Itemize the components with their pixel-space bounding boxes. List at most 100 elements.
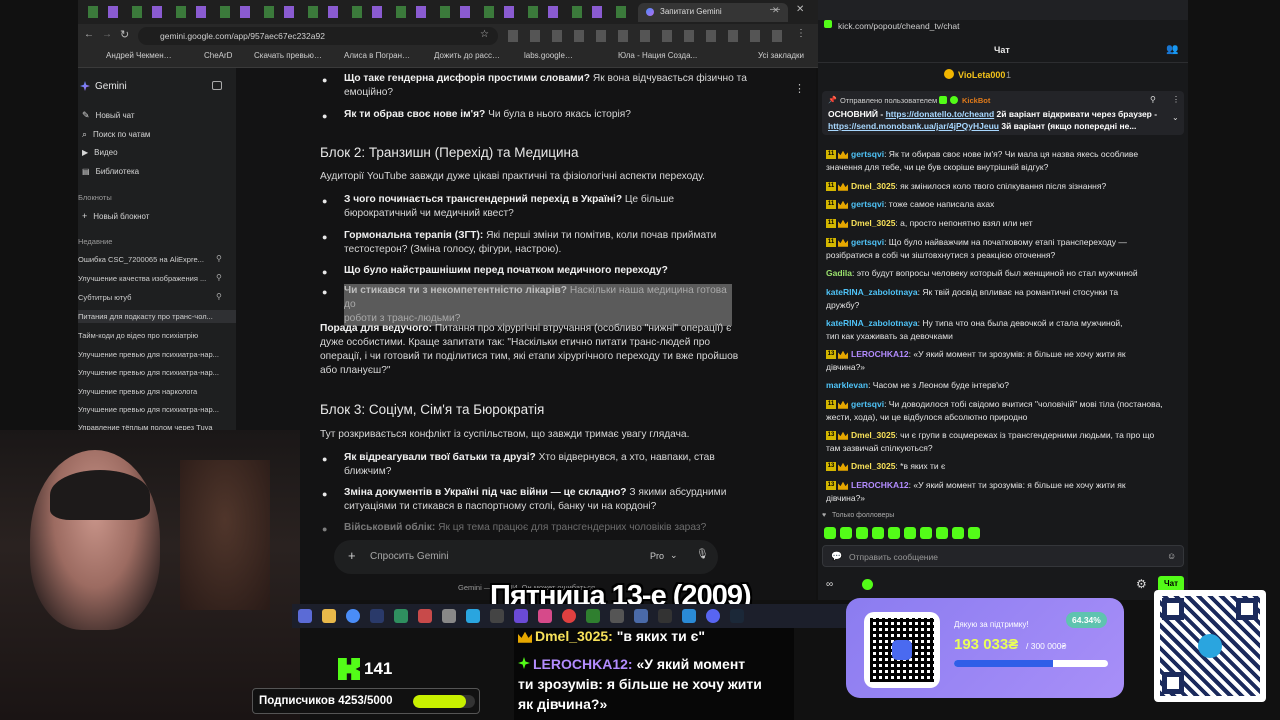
emote-icon[interactable] — [920, 527, 932, 539]
telegram-icon[interactable] — [466, 609, 480, 623]
settings-icon[interactable]: ⚙ — [1136, 577, 1147, 591]
chat-message: 13 LEROCHKA12: «У який момент ти зрозумів… — [826, 479, 1176, 504]
background-person — [180, 460, 270, 610]
top-gifter[interactable]: VioLeta000 — [958, 70, 1005, 80]
more-options-icon[interactable]: ⋮ — [794, 82, 805, 95]
app-icon[interactable] — [682, 609, 696, 623]
plus-icon[interactable]: + — [348, 548, 356, 563]
prompt-input-box[interactable]: + Спросить Gemini Pro ⌄ 🎙 — [334, 540, 718, 574]
emote-icon[interactable] — [824, 527, 836, 539]
bookmark[interactable]: Алиса в Погранични... — [344, 51, 414, 60]
bookmark[interactable]: labs.google/fx/ru/fx — [524, 51, 574, 60]
chat-username[interactable]: gertsqvi — [851, 199, 884, 209]
recent-chat-item[interactable]: Улучшение превью для психиатра-нар... — [78, 405, 228, 414]
collapse-sidebar-icon[interactable] — [212, 81, 222, 90]
model-selector[interactable]: Pro — [650, 551, 664, 561]
users-icon[interactable]: 👥 — [1166, 44, 1178, 55]
app-icon[interactable] — [610, 609, 624, 623]
emote-icon[interactable] — [952, 527, 964, 539]
emote-bar[interactable] — [824, 526, 994, 539]
unpin-icon[interactable]: ⚲ — [1150, 95, 1156, 104]
star-icon[interactable]: ☆ — [480, 29, 489, 40]
chat-username[interactable]: gertsqvi — [851, 399, 884, 409]
chat-username[interactable]: Dmel_3025 — [851, 218, 895, 228]
app-icon[interactable] — [418, 609, 432, 623]
app-icon[interactable] — [538, 609, 552, 623]
recent-chat-item[interactable]: Улучшение качества изображения ... — [78, 274, 228, 283]
points-icon[interactable]: ∞ — [826, 579, 833, 590]
chat-username[interactable]: gertsqvi — [851, 149, 884, 159]
chat-username[interactable]: gertsqvi — [851, 237, 884, 247]
app-icon[interactable] — [634, 609, 648, 623]
chat-username[interactable]: marklevan — [826, 380, 868, 390]
chat-username[interactable]: Dmel_3025 — [851, 181, 895, 191]
app-icon[interactable] — [586, 609, 600, 623]
bookmark[interactable]: Андрей Чекменёк... — [106, 51, 176, 60]
chat-url: kick.com/popout/cheand_tv/chat — [838, 21, 960, 31]
more-icon[interactable]: ⋮ — [1172, 95, 1180, 104]
reload-icon[interactable]: ↻ — [120, 28, 129, 41]
steam-icon[interactable] — [730, 609, 744, 623]
forward-icon[interactable]: → — [102, 29, 112, 40]
chat-username[interactable]: LEROCHKA12 — [851, 349, 909, 359]
folder-icon[interactable] — [322, 609, 336, 623]
app-icon[interactable] — [658, 609, 672, 623]
recent-chat-item[interactable]: Улучшение превью для психиатра-нар... — [78, 350, 228, 359]
discord-icon[interactable] — [706, 609, 720, 623]
chevron-down-icon[interactable]: ⌄ — [670, 550, 678, 561]
recent-chat-item[interactable]: Улучшение превью для нарколога — [78, 387, 228, 396]
start-icon[interactable] — [298, 609, 312, 623]
bookmark[interactable]: Усі закладки — [758, 51, 818, 60]
app-icon[interactable] — [394, 609, 408, 623]
emoji-icon[interactable]: ☺ — [1167, 551, 1176, 561]
crown-icon — [838, 481, 848, 490]
recent-chat-item-active[interactable]: Питания для подкасту про транс-чол... — [78, 310, 236, 323]
emote-icon[interactable] — [888, 527, 900, 539]
chat-username[interactable]: Dmel_3025 — [851, 430, 895, 440]
send-message-input[interactable]: 💬 Отправить сообщение ☺ — [822, 545, 1184, 567]
app-icon[interactable] — [514, 609, 528, 623]
recent-chat-item[interactable]: Улучшение превью для психиатра-нар... — [78, 368, 228, 377]
close-window-icon[interactable]: ✕ — [796, 4, 804, 15]
emote-icon[interactable] — [936, 527, 948, 539]
app-icon[interactable] — [490, 609, 504, 623]
chrome-icon[interactable] — [346, 609, 360, 623]
emote-icon[interactable] — [856, 527, 868, 539]
bookmark[interactable]: Скачать превью об... — [254, 51, 324, 60]
minimize-icon[interactable]: — — [770, 4, 780, 15]
chat-username[interactable]: kateRINA_zabolotnaya — [826, 287, 918, 297]
microphone-icon[interactable]: 🎙 — [696, 549, 709, 560]
pinned-message[interactable]: 📌 Отправлено пользователем KickBot ⚲ ⋮ О… — [822, 91, 1184, 135]
pinned-tabs[interactable] — [88, 6, 628, 18]
emote-icon[interactable] — [904, 527, 916, 539]
url-field[interactable]: gemini.google.com/app/957aec67ec232a92 ☆ — [138, 27, 498, 45]
recent-chat-item[interactable]: Субтитры ютуб — [78, 293, 228, 302]
video-button[interactable]: ▶ Видео — [82, 148, 118, 157]
back-icon[interactable]: ← — [84, 29, 94, 40]
new-chat-button[interactable]: ✎ Новый чат — [82, 110, 135, 121]
chat-username[interactable]: Dmel_3025 — [851, 461, 895, 471]
kick-coin-icon[interactable] — [862, 579, 873, 590]
extension-icons[interactable] — [508, 30, 788, 42]
bookmark[interactable]: CheArD — [204, 51, 244, 60]
app-icon[interactable] — [562, 609, 576, 623]
library-button[interactable]: ▤ Библиотека — [82, 167, 139, 176]
new-notebook-button[interactable]: + Новый блокнот — [82, 211, 149, 221]
chat-username[interactable]: LEROCHKA12 — [851, 480, 909, 490]
chat-username[interactable]: kateRINA_zabolotnaya — [826, 318, 918, 328]
emote-icon[interactable] — [840, 527, 852, 539]
prompt-placeholder: Спросить Gemini — [370, 551, 449, 562]
search-chats-button[interactable]: ⌕ Поиск по чатам — [82, 129, 150, 140]
chevron-down-icon[interactable]: ⌄ — [1172, 113, 1179, 122]
emote-icon[interactable] — [872, 527, 884, 539]
active-tab[interactable]: Запитати Gemini ✕ — [638, 3, 788, 22]
emote-icon[interactable] — [968, 527, 980, 539]
app-icon[interactable] — [442, 609, 456, 623]
bookmark[interactable]: Юла - Нация Созда... — [618, 51, 698, 60]
recent-chat-item[interactable]: Ошибка CSC_7200065 на AliExpre... — [78, 255, 228, 264]
photoshop-icon[interactable] — [370, 609, 384, 623]
bookmark[interactable]: Дожить до рассвет... — [434, 51, 504, 60]
menu-icon[interactable]: ⋮ — [796, 28, 806, 39]
chat-username[interactable]: Gadila — [826, 268, 852, 278]
recent-chat-item[interactable]: Тайм-коди до відео про психіатрію — [78, 331, 228, 340]
